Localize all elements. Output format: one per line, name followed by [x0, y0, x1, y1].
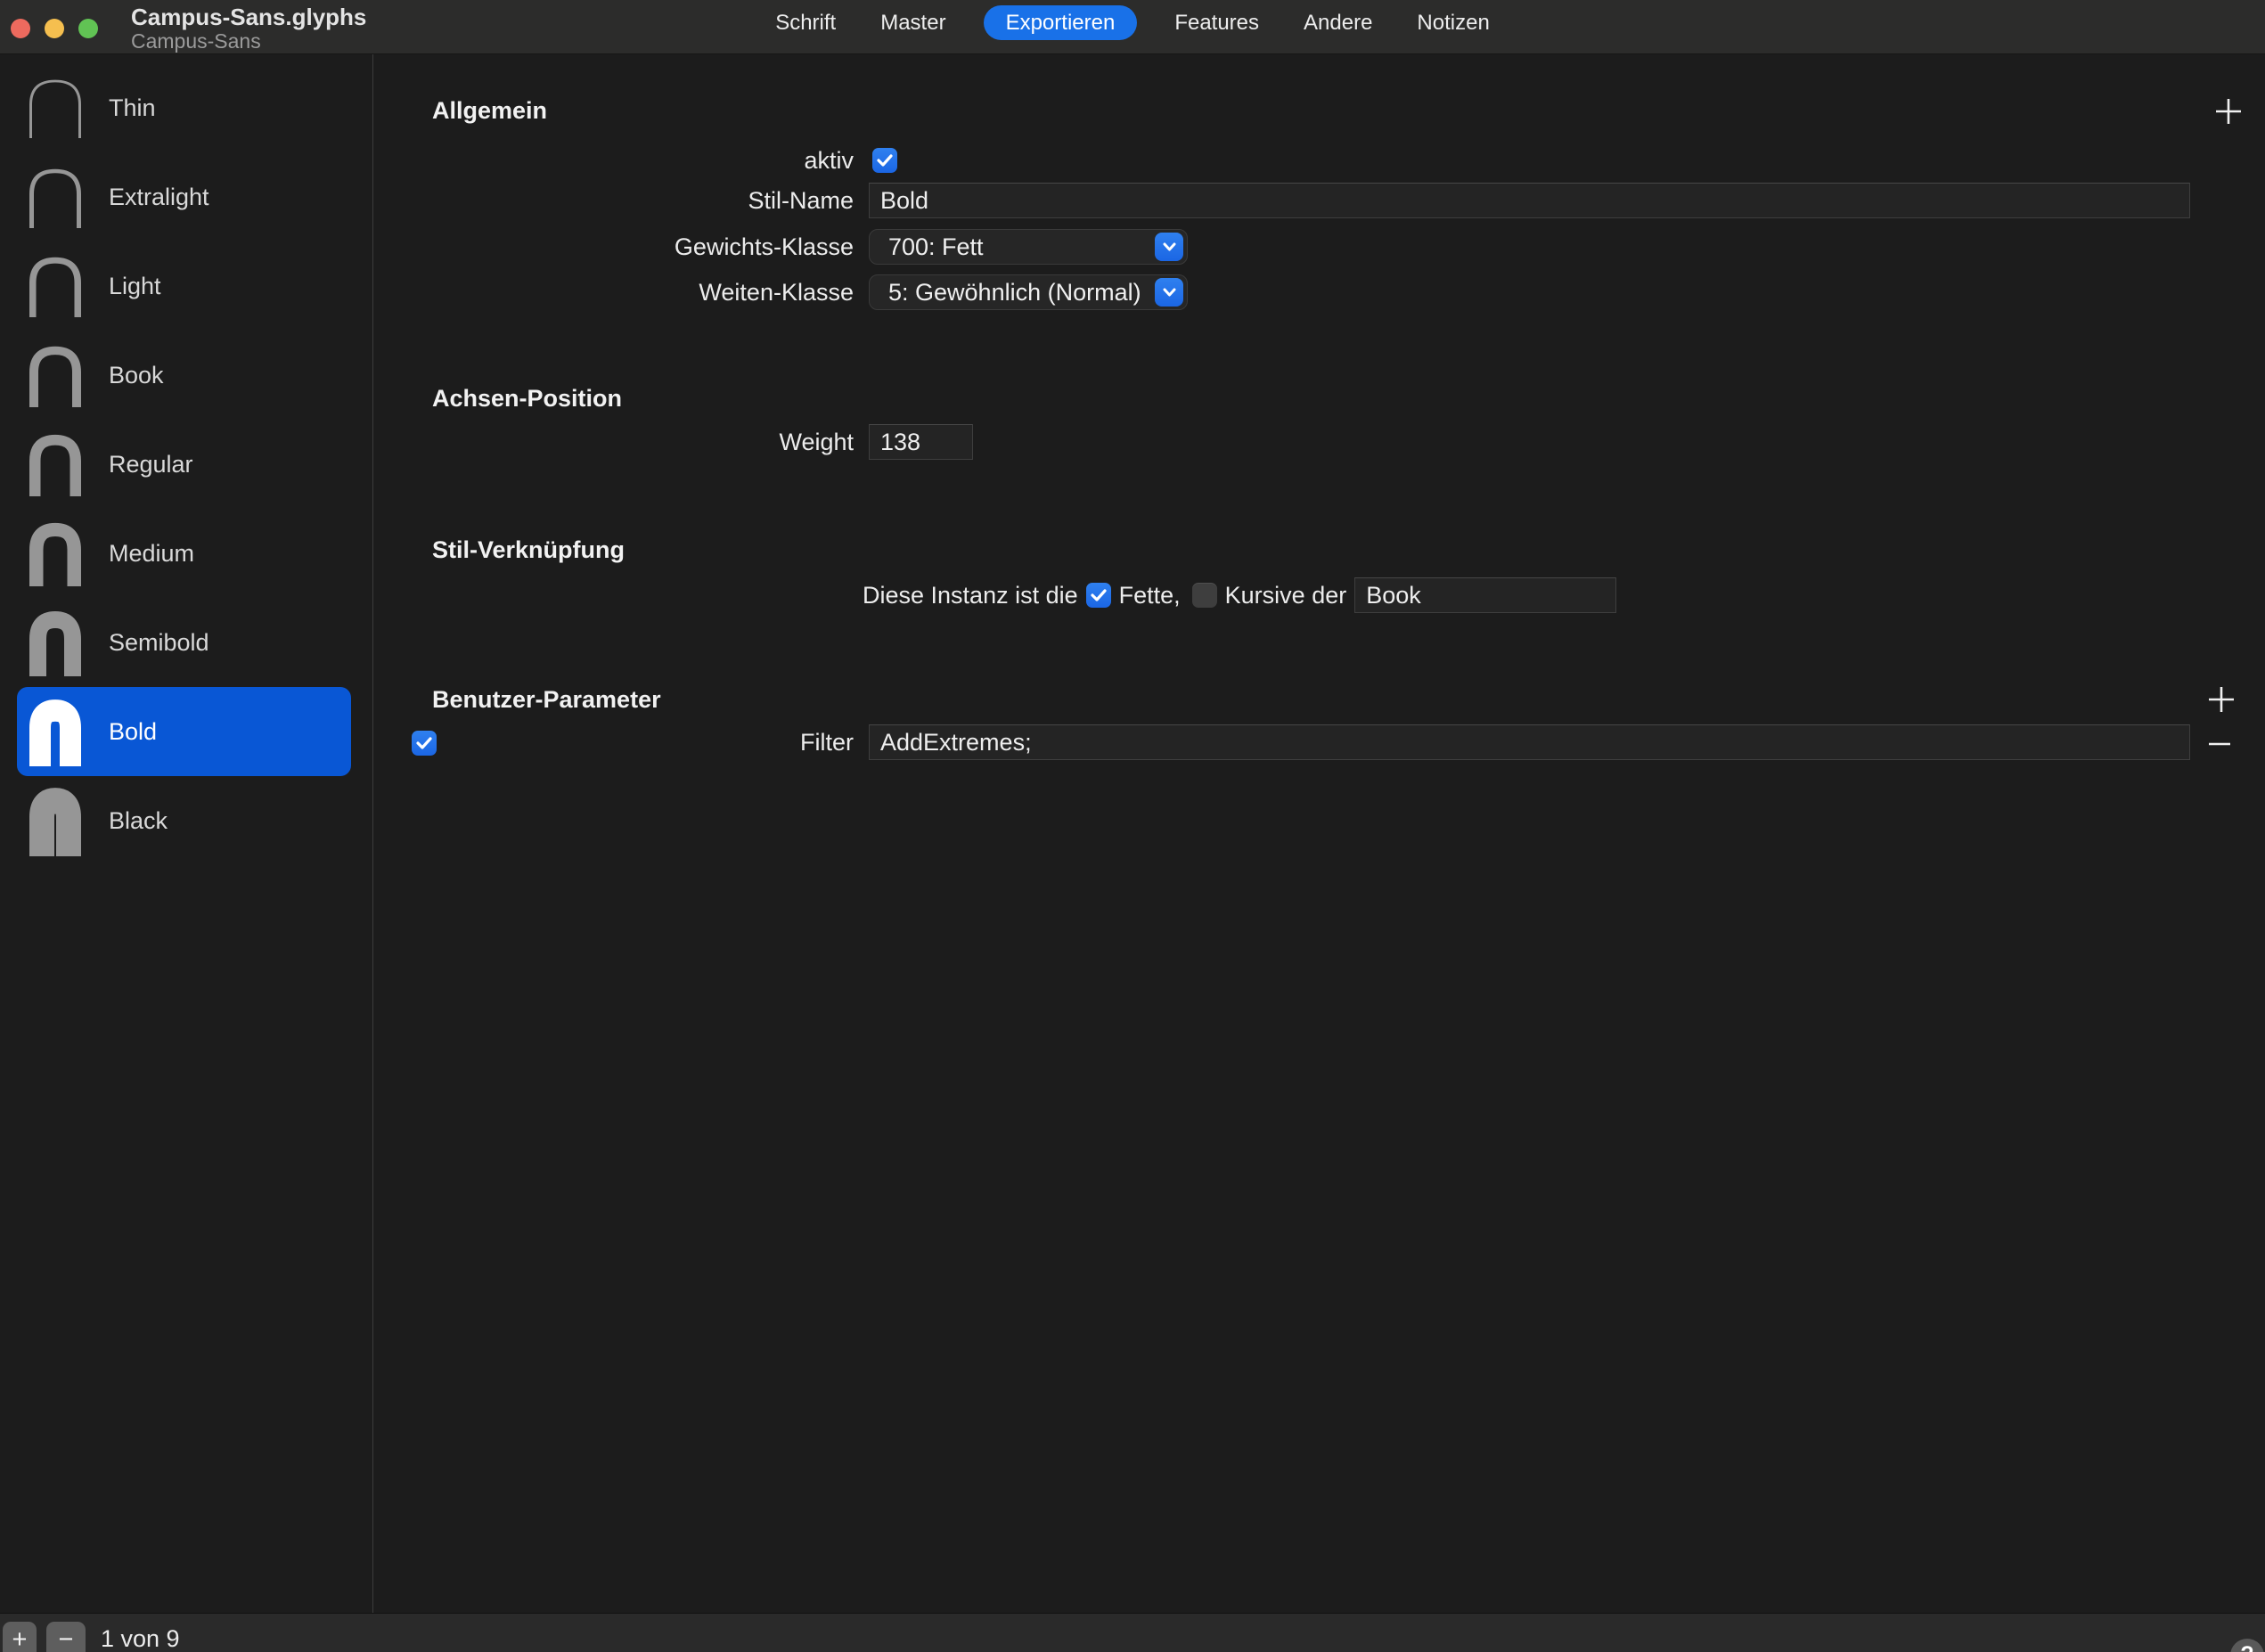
instance-name-label: Bold [109, 718, 157, 746]
instance-name-label: Regular [109, 451, 193, 478]
aktiv-label: aktiv [373, 143, 854, 178]
tab-features[interactable]: Features [1167, 5, 1266, 40]
weiten-klasse-row: Weiten-Klasse 5: Gewöhnlich (Normal) [373, 274, 2190, 310]
fette-label: Fette, [1119, 582, 1181, 609]
tab-schrift[interactable]: Schrift [768, 5, 843, 40]
link-target-input[interactable] [1354, 577, 1616, 613]
n-glyph-preview [27, 432, 84, 496]
weiten-klasse-label: Weiten-Klasse [373, 274, 854, 310]
n-glyph-preview [27, 785, 84, 856]
instance-row-thin[interactable]: Thin [17, 63, 351, 152]
instance-name-label: Light [109, 273, 161, 300]
instance-name-label: Extralight [109, 184, 209, 211]
tab-exportieren[interactable]: Exportieren [984, 5, 1138, 40]
weight-axis-row: Weight [373, 424, 2190, 460]
instances-sidebar: Thin Extralight Light Book Regular Medium Semi… [0, 54, 373, 1613]
plus-icon: + [12, 1625, 28, 1652]
gewichts-klasse-popup-button [1155, 233, 1183, 261]
minus-icon [2208, 731, 2231, 757]
instance-row-bold[interactable]: Bold [17, 687, 351, 776]
gewichts-klasse-label: Gewichts-Klasse [373, 229, 854, 265]
weiten-klasse-value: 5: Gewöhnlich (Normal) [888, 279, 1141, 307]
instance-settings-panel: Allgemein aktiv Stil-Name Gewichts-Klass… [373, 54, 2265, 1613]
n-glyph-preview [27, 167, 84, 228]
instance-row-extralight[interactable]: Extralight [17, 152, 351, 241]
tab-andere[interactable]: Andere [1296, 5, 1379, 40]
gewichts-klasse-row: Gewichts-Klasse 700: Fett [373, 229, 2190, 265]
section-title-stil-verknuepfung: Stil-Verknüpfung [432, 536, 625, 564]
weight-axis-input[interactable] [869, 424, 973, 460]
add-instance-button[interactable] [2215, 98, 2242, 125]
stil-name-label: Stil-Name [373, 183, 854, 218]
tab-bar: Schrift Master Exportieren Features Andere No… [0, 4, 2265, 40]
fette-checkbox[interactable] [1086, 583, 1111, 608]
status-bar: + − 1 von 9 ? [0, 1613, 2265, 1652]
add-parameter-button[interactable] [2208, 686, 2235, 713]
filter-parameter-label: Filter [373, 724, 854, 760]
tab-notizen[interactable]: Notizen [1410, 5, 1496, 40]
section-title-allgemein: Allgemein [432, 97, 547, 125]
n-glyph-preview [27, 78, 84, 138]
section-title-benutzer-parameter: Benutzer-Parameter [432, 686, 661, 714]
add-instance-footer-button[interactable]: + [3, 1622, 37, 1652]
n-glyph-preview [27, 697, 84, 766]
n-glyph-preview [27, 609, 84, 676]
tab-master[interactable]: Master [873, 5, 953, 40]
chevron-down-icon [1163, 242, 1176, 251]
plus-icon [2208, 686, 2235, 713]
weight-axis-label: Weight [373, 424, 854, 460]
gewichts-klasse-popup[interactable]: 700: Fett [869, 229, 1188, 265]
instance-name-label: Thin [109, 94, 156, 122]
instance-row-book[interactable]: Book [17, 331, 351, 420]
instance-name-label: Book [109, 362, 164, 389]
stil-verknuepfung-row: Diese Instanz ist die Fette, Kursive der [373, 577, 2190, 612]
plus-icon [2215, 98, 2242, 125]
weiten-klasse-popup-button [1155, 278, 1183, 307]
gewichts-klasse-value: 700: Fett [888, 233, 984, 261]
instance-name-label: Semibold [109, 629, 209, 657]
filter-parameter-row: Filter [373, 724, 2190, 760]
title-bar: Campus-Sans.glyphs Campus-Sans SchriftMa… [0, 0, 2265, 54]
check-icon [1091, 589, 1107, 601]
instance-row-semibold[interactable]: Semibold [17, 598, 351, 687]
instance-row-light[interactable]: Light [17, 241, 351, 331]
help-button[interactable]: ? [2230, 1639, 2264, 1652]
kursive-checkbox[interactable] [1192, 583, 1217, 608]
weiten-klasse-popup[interactable]: 5: Gewöhnlich (Normal) [869, 274, 1188, 310]
instance-count-label: 1 von 9 [101, 1614, 180, 1652]
instance-name-label: Black [109, 807, 168, 835]
aktiv-row: aktiv [373, 143, 2190, 178]
filter-parameter-input[interactable] [869, 724, 2190, 760]
instance-row-regular[interactable]: Regular [17, 420, 351, 509]
instances-list: Thin Extralight Light Book Regular Medium Semi… [0, 63, 372, 865]
n-glyph-preview [27, 255, 84, 317]
style-linking-prefix: Diese Instanz ist die [863, 582, 1078, 609]
remove-instance-footer-button[interactable]: − [46, 1622, 86, 1652]
question-icon: ? [2240, 1642, 2253, 1652]
minus-icon: − [59, 1625, 74, 1652]
n-glyph-preview [27, 344, 84, 407]
kursive-der-label: Kursive der [1225, 582, 1347, 609]
check-icon [877, 154, 893, 167]
instance-row-medium[interactable]: Medium [17, 509, 351, 598]
stil-name-input[interactable] [869, 183, 2190, 218]
instance-name-label: Medium [109, 540, 194, 568]
instance-row-black[interactable]: Black [17, 776, 351, 865]
chevron-down-icon [1163, 288, 1176, 297]
stil-name-row: Stil-Name [373, 183, 2190, 218]
n-glyph-preview [27, 520, 84, 586]
aktiv-checkbox[interactable] [872, 148, 897, 173]
remove-parameter-button[interactable] [2206, 731, 2233, 757]
section-title-achsen-position: Achsen-Position [432, 385, 622, 413]
